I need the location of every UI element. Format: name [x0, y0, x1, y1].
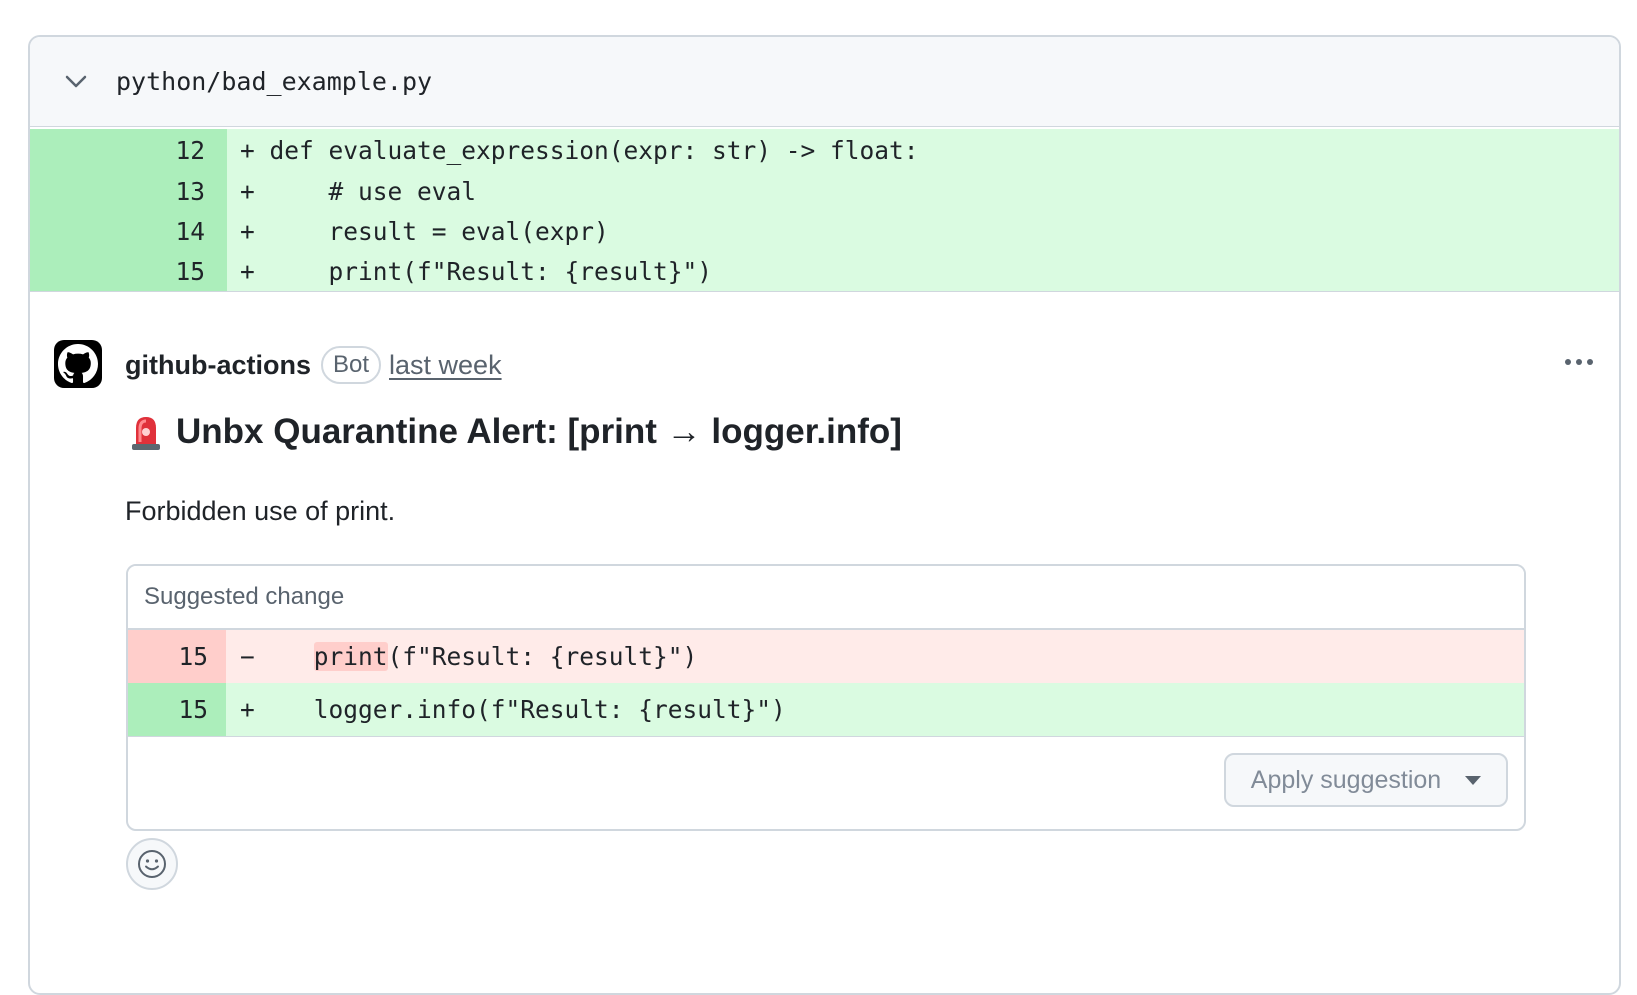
apply-suggestion-label: Apply suggestion	[1250, 765, 1442, 794]
code-line: + print(f"Result: {result}")	[227, 251, 1619, 291]
deleted-line-row: 15 − print (f"Result: {result}")	[128, 630, 1524, 683]
code-line: + def evaluate_expression(expr: str) -> …	[227, 129, 1619, 171]
smiley-icon	[138, 850, 166, 878]
line-number[interactable]: 15	[30, 251, 227, 291]
caret-down-icon[interactable]	[1465, 775, 1482, 785]
deleted-code-line: − print (f"Result: {result}")	[226, 630, 1524, 683]
diff-row: 13 + # use eval	[30, 171, 1619, 211]
line-number[interactable]: 13	[30, 171, 227, 211]
file-diff-card: python/bad_example.py 12 + def evaluate_…	[28, 35, 1621, 995]
comment-meta: github-actions Bot last week	[125, 346, 502, 384]
highlighted-token: print	[313, 642, 388, 671]
line-number[interactable]: 14	[30, 211, 227, 251]
review-comment: github-actions Bot last week Unbx Quaran…	[30, 292, 1619, 932]
suggestion-footer: Apply suggestion	[128, 736, 1524, 829]
line-number[interactable]: 12	[30, 129, 227, 171]
line-number: 15	[128, 630, 226, 683]
avatar[interactable]	[54, 340, 102, 388]
apply-suggestion-button[interactable]: Apply suggestion	[1224, 753, 1508, 807]
diff-code-block: 12 + def evaluate_expression(expr: str) …	[30, 127, 1619, 292]
file-header: python/bad_example.py	[30, 37, 1619, 127]
alert-heading: Unbx Quarantine Alert: [print → logger.i…	[128, 412, 902, 452]
diff-sign: +	[240, 695, 255, 724]
add-reaction-button[interactable]	[126, 838, 178, 890]
comment-body: Forbidden use of print.	[125, 496, 396, 526]
diff-row: 12 + def evaluate_expression(expr: str) …	[30, 129, 1619, 171]
diff-row: 14 + result = eval(expr)	[30, 211, 1619, 251]
github-octocat-icon	[58, 344, 98, 384]
suggested-change-header: Suggested change	[128, 566, 1524, 630]
diff-sign: −	[240, 642, 255, 671]
added-code-line: + logger.info(f"Result: {result}")	[226, 683, 1524, 736]
line-number: 15	[128, 683, 226, 736]
timestamp-link[interactable]: last week	[389, 350, 502, 381]
suggested-change-box: Suggested change 15 − print (f"Result: {r…	[126, 564, 1526, 831]
diff-row: 15 + print(f"Result: {result}")	[30, 251, 1619, 291]
chevron-down-icon[interactable]	[62, 68, 90, 96]
code-line: + result = eval(expr)	[227, 211, 1619, 251]
kebab-menu-icon[interactable]	[1559, 352, 1599, 372]
code-line: + # use eval	[227, 171, 1619, 211]
siren-emoji-icon	[132, 417, 160, 450]
bot-badge: Bot	[320, 346, 382, 384]
author-name[interactable]: github-actions	[125, 350, 311, 381]
file-path[interactable]: python/bad_example.py	[116, 67, 432, 96]
added-line-row: 15 + logger.info(f"Result: {result}")	[128, 683, 1524, 736]
alert-title-text: Unbx Quarantine Alert: [print → logger.i…	[176, 412, 902, 451]
